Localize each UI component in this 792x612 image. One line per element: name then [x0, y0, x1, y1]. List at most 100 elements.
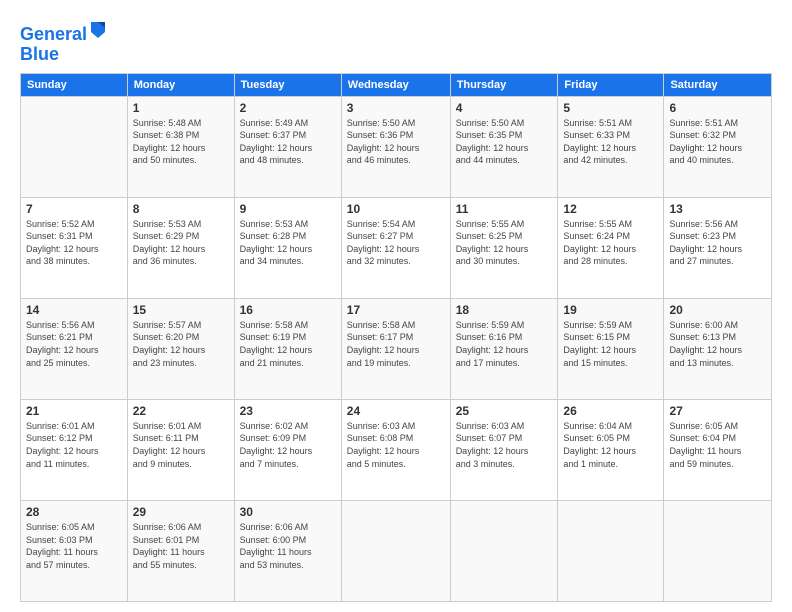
calendar-cell [664, 500, 772, 601]
day-number: 2 [240, 101, 336, 115]
header-sunday: Sunday [21, 73, 128, 96]
page: General Blue SundayMondayTuesdayWednesda… [0, 0, 792, 612]
day-info: Sunrise: 5:53 AM Sunset: 6:29 PM Dayligh… [133, 218, 229, 268]
calendar-cell: 18Sunrise: 5:59 AM Sunset: 6:16 PM Dayli… [450, 298, 558, 399]
week-row-4: 28 Sunrise: 6:05 AM Sunset: 6:03 PM Dayli… [21, 500, 772, 601]
day-number: 27 [669, 404, 766, 418]
day-info: Sunrise: 5:57 AM Sunset: 6:20 PM Dayligh… [133, 319, 229, 369]
logo-icon [89, 18, 107, 40]
calendar-cell: 5 Sunrise: 5:51 AM Sunset: 6:33 PM Daylig… [558, 96, 664, 197]
calendar-cell [21, 96, 128, 197]
calendar-cell: 23 Sunrise: 6:02 AM Sunset: 6:09 PM Dayli… [234, 399, 341, 500]
day-number: 15 [133, 303, 229, 317]
day-number: 22 [133, 404, 229, 418]
day-number: 3 [347, 101, 445, 115]
calendar-cell: 26Sunrise: 6:04 AM Sunset: 6:05 PM Dayli… [558, 399, 664, 500]
day-number: 24 [347, 404, 445, 418]
week-row-2: 14 Sunrise: 5:56 AM Sunset: 6:21 PM Dayli… [21, 298, 772, 399]
calendar-cell [558, 500, 664, 601]
day-info: Sunrise: 5:56 AM Sunset: 6:21 PM Dayligh… [26, 319, 122, 369]
day-number: 10 [347, 202, 445, 216]
calendar-cell: 29 Sunrise: 6:06 AM Sunset: 6:01 PM Dayli… [127, 500, 234, 601]
day-info: Sunrise: 5:50 AM Sunset: 6:35 PM Dayligh… [456, 117, 553, 167]
calendar-cell: 15 Sunrise: 5:57 AM Sunset: 6:20 PM Dayli… [127, 298, 234, 399]
header-wednesday: Wednesday [341, 73, 450, 96]
calendar-cell: 14 Sunrise: 5:56 AM Sunset: 6:21 PM Dayli… [21, 298, 128, 399]
day-number: 8 [133, 202, 229, 216]
calendar-cell: 12Sunrise: 5:55 AM Sunset: 6:24 PM Dayli… [558, 197, 664, 298]
week-row-0: 1 Sunrise: 5:48 AM Sunset: 6:38 PM Daylig… [21, 96, 772, 197]
day-info: Sunrise: 6:06 AM Sunset: 6:01 PM Dayligh… [133, 521, 229, 571]
header-saturday: Saturday [664, 73, 772, 96]
calendar-cell [341, 500, 450, 601]
week-row-1: 7 Sunrise: 5:52 AM Sunset: 6:31 PM Daylig… [21, 197, 772, 298]
calendar-cell: 7 Sunrise: 5:52 AM Sunset: 6:31 PM Daylig… [21, 197, 128, 298]
day-number: 14 [26, 303, 122, 317]
calendar-cell: 10 Sunrise: 5:54 AM Sunset: 6:27 PM Dayli… [341, 197, 450, 298]
day-number: 29 [133, 505, 229, 519]
calendar-cell: 17 Sunrise: 5:58 AM Sunset: 6:17 PM Dayli… [341, 298, 450, 399]
header: General Blue [20, 18, 772, 65]
day-info: Sunrise: 6:01 AM Sunset: 6:11 PM Dayligh… [133, 420, 229, 470]
day-info: Sunrise: 6:05 AM Sunset: 6:04 PM Dayligh… [669, 420, 766, 470]
calendar-cell: 9 Sunrise: 5:53 AM Sunset: 6:28 PM Daylig… [234, 197, 341, 298]
day-info: Sunrise: 5:55 AM Sunset: 6:25 PM Dayligh… [456, 218, 553, 268]
day-info: Sunrise: 5:51 AM Sunset: 6:33 PM Dayligh… [563, 117, 658, 167]
day-number: 17 [347, 303, 445, 317]
day-info: Sunrise: 6:06 AM Sunset: 6:00 PM Dayligh… [240, 521, 336, 571]
calendar-cell: 30Sunrise: 6:06 AM Sunset: 6:00 PM Dayli… [234, 500, 341, 601]
day-info: Sunrise: 6:01 AM Sunset: 6:12 PM Dayligh… [26, 420, 122, 470]
header-friday: Friday [558, 73, 664, 96]
day-number: 18 [456, 303, 553, 317]
day-info: Sunrise: 5:56 AM Sunset: 6:23 PM Dayligh… [669, 218, 766, 268]
day-number: 7 [26, 202, 122, 216]
day-info: Sunrise: 5:58 AM Sunset: 6:17 PM Dayligh… [347, 319, 445, 369]
day-number: 6 [669, 101, 766, 115]
day-info: Sunrise: 6:04 AM Sunset: 6:05 PM Dayligh… [563, 420, 658, 470]
calendar-cell: 27 Sunrise: 6:05 AM Sunset: 6:04 PM Dayli… [664, 399, 772, 500]
calendar-cell: 13Sunrise: 5:56 AM Sunset: 6:23 PM Dayli… [664, 197, 772, 298]
day-number: 19 [563, 303, 658, 317]
calendar-cell: 8 Sunrise: 5:53 AM Sunset: 6:29 PM Daylig… [127, 197, 234, 298]
calendar-cell: 11 Sunrise: 5:55 AM Sunset: 6:25 PM Dayli… [450, 197, 558, 298]
day-info: Sunrise: 5:52 AM Sunset: 6:31 PM Dayligh… [26, 218, 122, 268]
day-number: 1 [133, 101, 229, 115]
day-info: Sunrise: 6:02 AM Sunset: 6:09 PM Dayligh… [240, 420, 336, 470]
day-number: 5 [563, 101, 658, 115]
day-info: Sunrise: 5:53 AM Sunset: 6:28 PM Dayligh… [240, 218, 336, 268]
day-number: 28 [26, 505, 122, 519]
calendar-cell: 2 Sunrise: 5:49 AM Sunset: 6:37 PM Daylig… [234, 96, 341, 197]
calendar-cell: 1 Sunrise: 5:48 AM Sunset: 6:38 PM Daylig… [127, 96, 234, 197]
day-number: 9 [240, 202, 336, 216]
calendar-header-row: SundayMondayTuesdayWednesdayThursdayFrid… [21, 73, 772, 96]
calendar-cell: 19Sunrise: 5:59 AM Sunset: 6:15 PM Dayli… [558, 298, 664, 399]
day-number: 11 [456, 202, 553, 216]
week-row-3: 21 Sunrise: 6:01 AM Sunset: 6:12 PM Dayli… [21, 399, 772, 500]
day-info: Sunrise: 5:54 AM Sunset: 6:27 PM Dayligh… [347, 218, 445, 268]
day-info: Sunrise: 5:51 AM Sunset: 6:32 PM Dayligh… [669, 117, 766, 167]
day-number: 20 [669, 303, 766, 317]
day-info: Sunrise: 5:48 AM Sunset: 6:38 PM Dayligh… [133, 117, 229, 167]
calendar-cell: 3 Sunrise: 5:50 AM Sunset: 6:36 PM Daylig… [341, 96, 450, 197]
calendar-cell [450, 500, 558, 601]
calendar-cell: 28 Sunrise: 6:05 AM Sunset: 6:03 PM Dayli… [21, 500, 128, 601]
day-info: Sunrise: 6:05 AM Sunset: 6:03 PM Dayligh… [26, 521, 122, 571]
calendar-cell: 22 Sunrise: 6:01 AM Sunset: 6:11 PM Dayli… [127, 399, 234, 500]
calendar-cell: 16Sunrise: 5:58 AM Sunset: 6:19 PM Dayli… [234, 298, 341, 399]
calendar-table: SundayMondayTuesdayWednesdayThursdayFrid… [20, 73, 772, 602]
calendar-cell: 6 Sunrise: 5:51 AM Sunset: 6:32 PM Daylig… [664, 96, 772, 197]
day-info: Sunrise: 5:49 AM Sunset: 6:37 PM Dayligh… [240, 117, 336, 167]
logo-blue: Blue [20, 45, 107, 65]
header-monday: Monday [127, 73, 234, 96]
day-number: 23 [240, 404, 336, 418]
day-info: Sunrise: 5:50 AM Sunset: 6:36 PM Dayligh… [347, 117, 445, 167]
day-number: 4 [456, 101, 553, 115]
day-number: 12 [563, 202, 658, 216]
logo: General Blue [20, 18, 107, 65]
day-info: Sunrise: 6:00 AM Sunset: 6:13 PM Dayligh… [669, 319, 766, 369]
calendar-cell: 4 Sunrise: 5:50 AM Sunset: 6:35 PM Daylig… [450, 96, 558, 197]
calendar-cell: 24Sunrise: 6:03 AM Sunset: 6:08 PM Dayli… [341, 399, 450, 500]
header-thursday: Thursday [450, 73, 558, 96]
logo-text: General [20, 18, 107, 45]
day-number: 21 [26, 404, 122, 418]
